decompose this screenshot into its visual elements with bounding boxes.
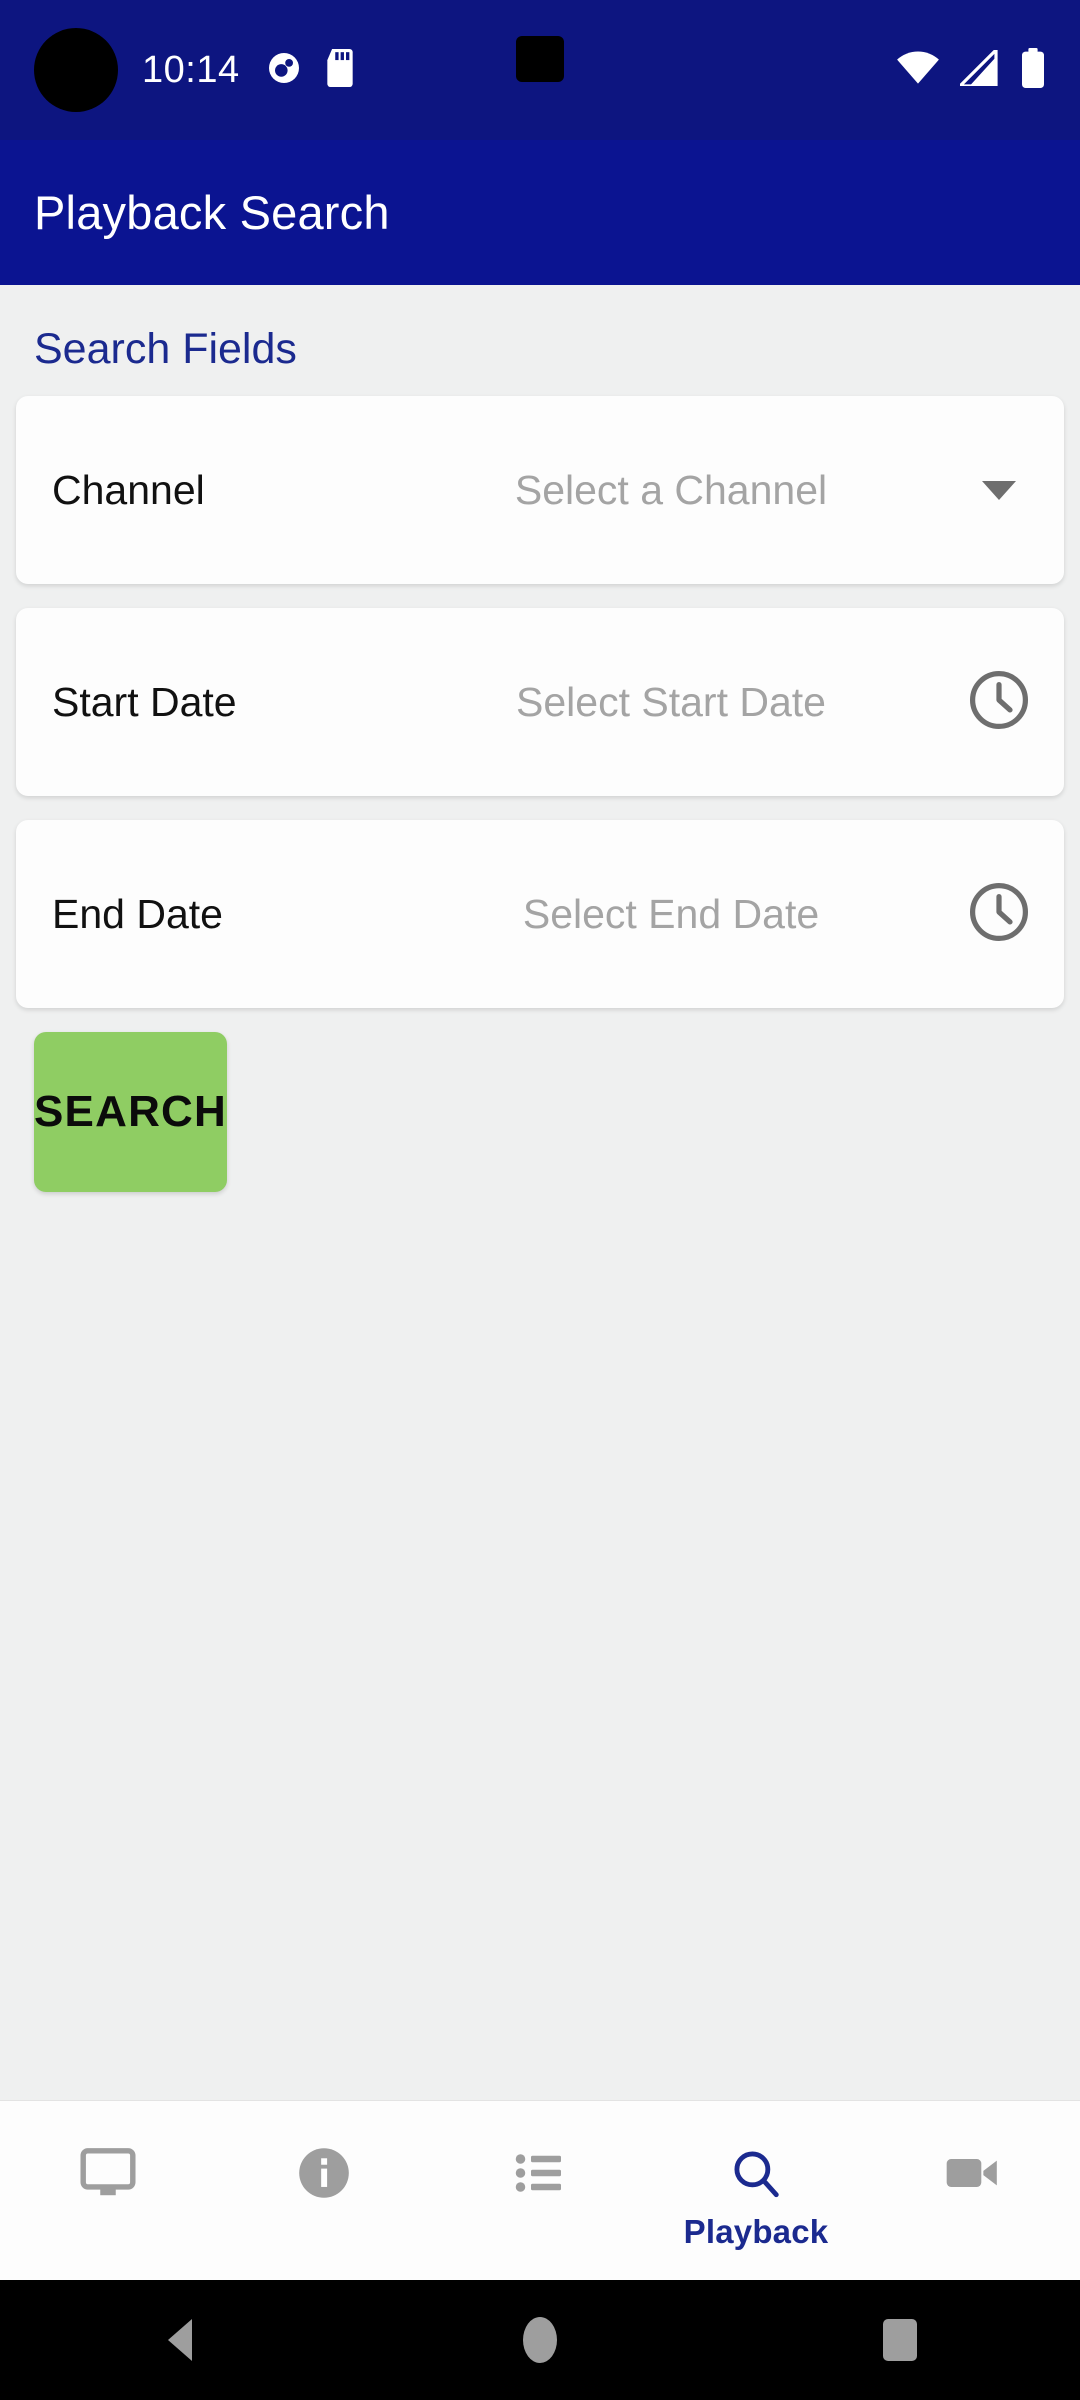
- search-icon: [727, 2137, 785, 2209]
- field-row-end-date[interactable]: End Date Select End Date: [16, 820, 1064, 1008]
- system-recents-button[interactable]: [840, 2280, 960, 2400]
- cellular-signal-icon: [956, 45, 1000, 91]
- channel-value: Select a Channel: [514, 466, 828, 513]
- channel-dropdown-button[interactable]: [960, 480, 1038, 500]
- app-bar: Playback Search: [0, 140, 1080, 285]
- nav-item-live-view[interactable]: [0, 2101, 216, 2280]
- location-icon: [266, 50, 302, 91]
- app-screen: 10:14 Playback Search Search Fields Chan…: [0, 0, 1080, 2400]
- system-back-button[interactable]: [120, 2280, 240, 2400]
- sd-card-icon: [324, 48, 356, 92]
- nav-item-events[interactable]: [432, 2101, 648, 2280]
- list-icon: [510, 2137, 570, 2209]
- page-title: Playback Search: [34, 186, 390, 239]
- main-content: Search Fields Channel Select a Channel S…: [0, 285, 1080, 2220]
- end-date-picker-button[interactable]: [960, 879, 1038, 950]
- clock-icon: [966, 667, 1032, 738]
- start-date-value: Select Start Date: [516, 678, 826, 725]
- back-triangle-icon: [168, 2319, 192, 2361]
- section-title-search-fields: Search Fields: [34, 325, 297, 373]
- clock-icon: [966, 879, 1032, 950]
- search-button-label: SEARCH: [34, 1087, 227, 1136]
- nav-item-playback-label: Playback: [683, 2213, 829, 2250]
- info-circle-icon: [293, 2137, 355, 2209]
- monitor-icon: [77, 2137, 139, 2209]
- bottom-navigation-bar: Playback: [0, 2100, 1080, 2280]
- end-date-label: End Date: [52, 890, 223, 937]
- field-row-start-date[interactable]: Start Date Select Start Date: [16, 608, 1064, 796]
- battery-icon: [1020, 47, 1046, 93]
- recents-square-icon: [883, 2319, 917, 2361]
- front-camera-cutout: [34, 28, 118, 112]
- status-bar-system-icons: [896, 45, 1046, 93]
- nav-item-info[interactable]: [216, 2101, 432, 2280]
- sensor-cutout: [516, 36, 564, 82]
- start-date-picker-button[interactable]: [960, 667, 1038, 738]
- home-circle-icon: [523, 2317, 557, 2363]
- field-row-channel[interactable]: Channel Select a Channel: [16, 396, 1064, 584]
- nav-item-playback[interactable]: Playback: [648, 2101, 864, 2280]
- status-bar-notification-icons: [266, 48, 356, 92]
- start-date-label: Start Date: [52, 678, 237, 725]
- status-bar: 10:14: [0, 0, 1080, 140]
- android-system-navigation: [0, 2280, 1080, 2400]
- nav-item-recording[interactable]: [864, 2101, 1080, 2280]
- wifi-icon: [896, 51, 940, 90]
- channel-label: Channel: [52, 466, 205, 513]
- video-camera-icon: [941, 2137, 1003, 2209]
- end-date-value: Select End Date: [522, 890, 820, 937]
- system-home-button[interactable]: [480, 2280, 600, 2400]
- search-button[interactable]: SEARCH: [34, 1032, 227, 1192]
- chevron-down-icon: [982, 480, 1016, 500]
- status-bar-clock: 10:14: [142, 48, 240, 91]
